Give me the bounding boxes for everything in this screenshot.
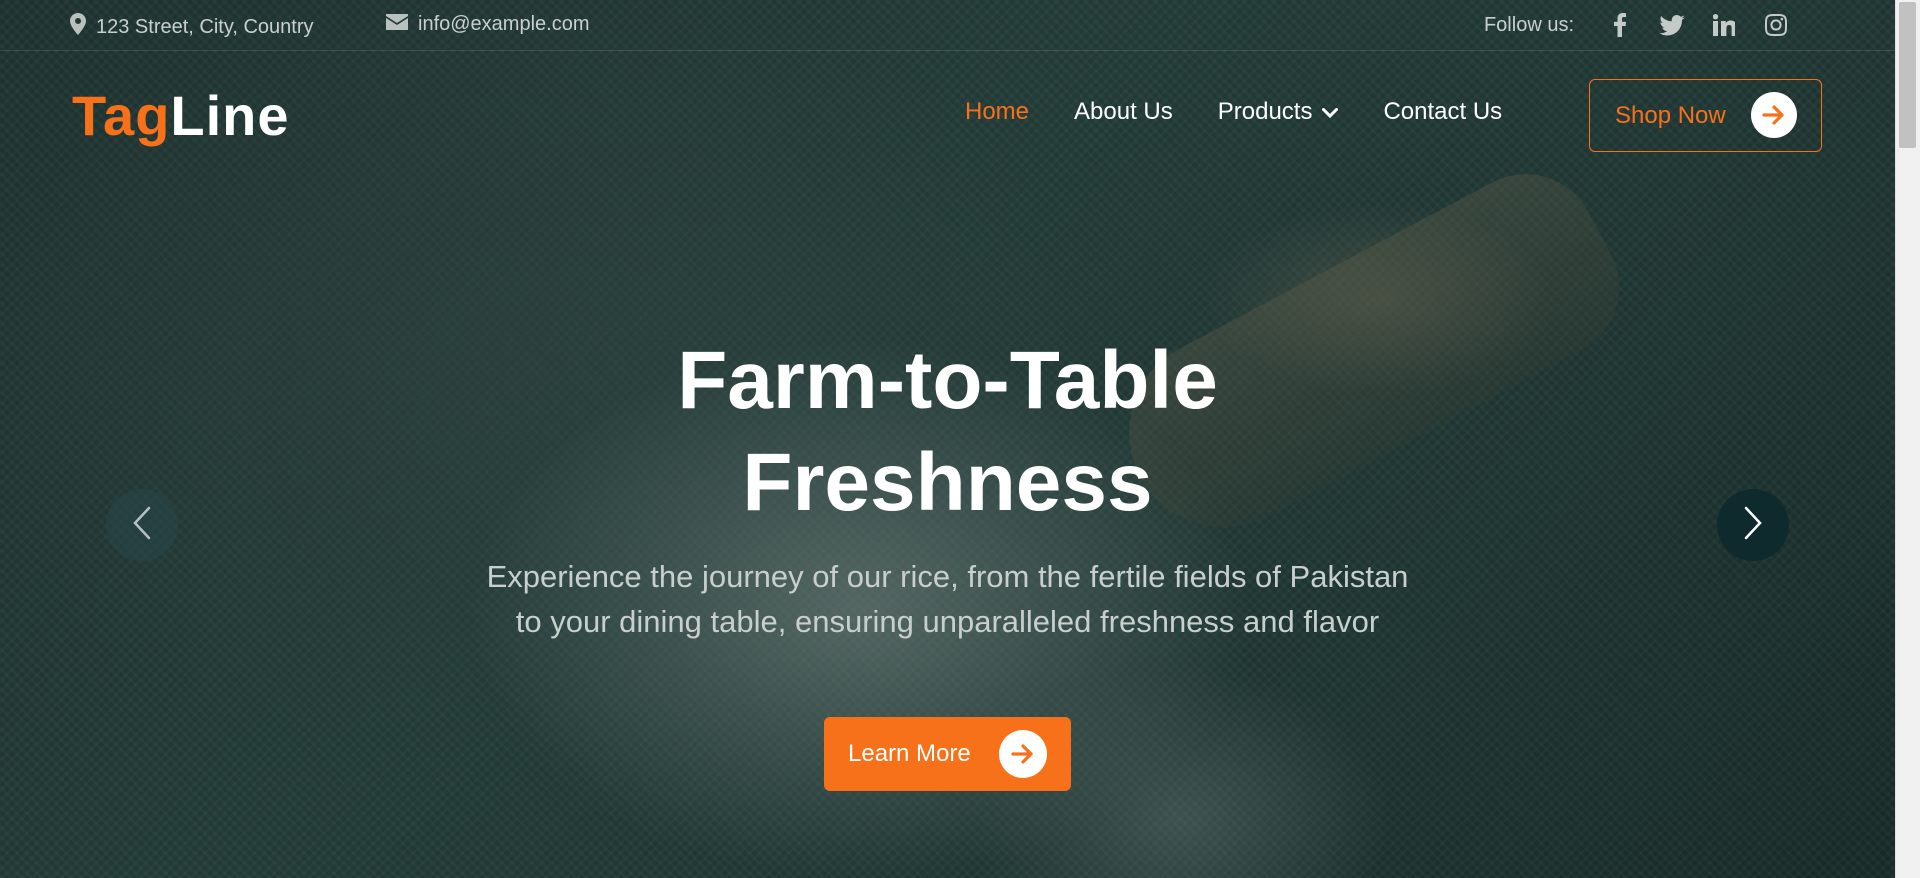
- site-logo[interactable]: TagLine: [72, 84, 290, 148]
- hero-subtitle: Experience the journey of our rice, from…: [0, 554, 1895, 644]
- main-navigation: Home About Us Products Contact Us: [965, 98, 1502, 126]
- hero-title-line2: Freshness: [742, 437, 1153, 528]
- hero-subtitle-line2: to your dining table, ensuring unparalle…: [515, 604, 1380, 639]
- scrollbar-thumb[interactable]: [1899, 2, 1916, 148]
- learn-more-label: Learn More: [848, 740, 971, 767]
- facebook-icon[interactable]: [1594, 12, 1646, 38]
- address-info: 123 Street, City, Country: [70, 13, 314, 41]
- page: 123 Street, City, Country info@example.c…: [0, 0, 1920, 878]
- hero-title: Farm-to-Table Freshness: [0, 330, 1895, 534]
- instagram-icon[interactable]: [1750, 12, 1802, 38]
- top-bar: 123 Street, City, Country info@example.c…: [0, 0, 1895, 51]
- email-text[interactable]: info@example.com: [418, 13, 589, 36]
- social-links: Follow us:: [1484, 12, 1802, 38]
- arrow-right-icon: [1751, 92, 1797, 138]
- twitter-icon[interactable]: [1646, 12, 1698, 38]
- arrow-right-icon: [999, 730, 1047, 778]
- envelope-icon: [386, 13, 408, 36]
- hero-subtitle-line1: Experience the journey of our rice, from…: [486, 559, 1409, 594]
- map-marker-icon: [70, 13, 86, 41]
- chevron-down-icon: [1322, 98, 1339, 126]
- nav-item-label: About Us: [1074, 98, 1173, 125]
- linkedin-icon[interactable]: [1698, 12, 1750, 38]
- shop-now-label: Shop Now: [1615, 101, 1726, 129]
- nav-item-label: Contact Us: [1383, 98, 1503, 125]
- nav-item-label: Products: [1217, 98, 1313, 125]
- nav-item-about-us[interactable]: About Us: [1074, 98, 1173, 126]
- logo-tag-text: Tag: [72, 84, 171, 147]
- nav-item-contact-us[interactable]: Contact Us: [1383, 98, 1502, 126]
- nav-item-home[interactable]: Home: [965, 98, 1029, 126]
- shop-now-button[interactable]: Shop Now: [1589, 79, 1822, 152]
- follow-label: Follow us:: [1483, 13, 1574, 36]
- learn-more-button[interactable]: Learn More: [824, 717, 1071, 791]
- nav-item-products[interactable]: Products: [1218, 98, 1339, 126]
- email-info[interactable]: info@example.com: [386, 13, 589, 36]
- hero-title-line1: Farm-to-Table: [677, 335, 1218, 426]
- nav-item-label: Home: [965, 98, 1030, 125]
- address-text: 123 Street, City, Country: [96, 15, 314, 38]
- logo-line-text: Line: [170, 84, 290, 147]
